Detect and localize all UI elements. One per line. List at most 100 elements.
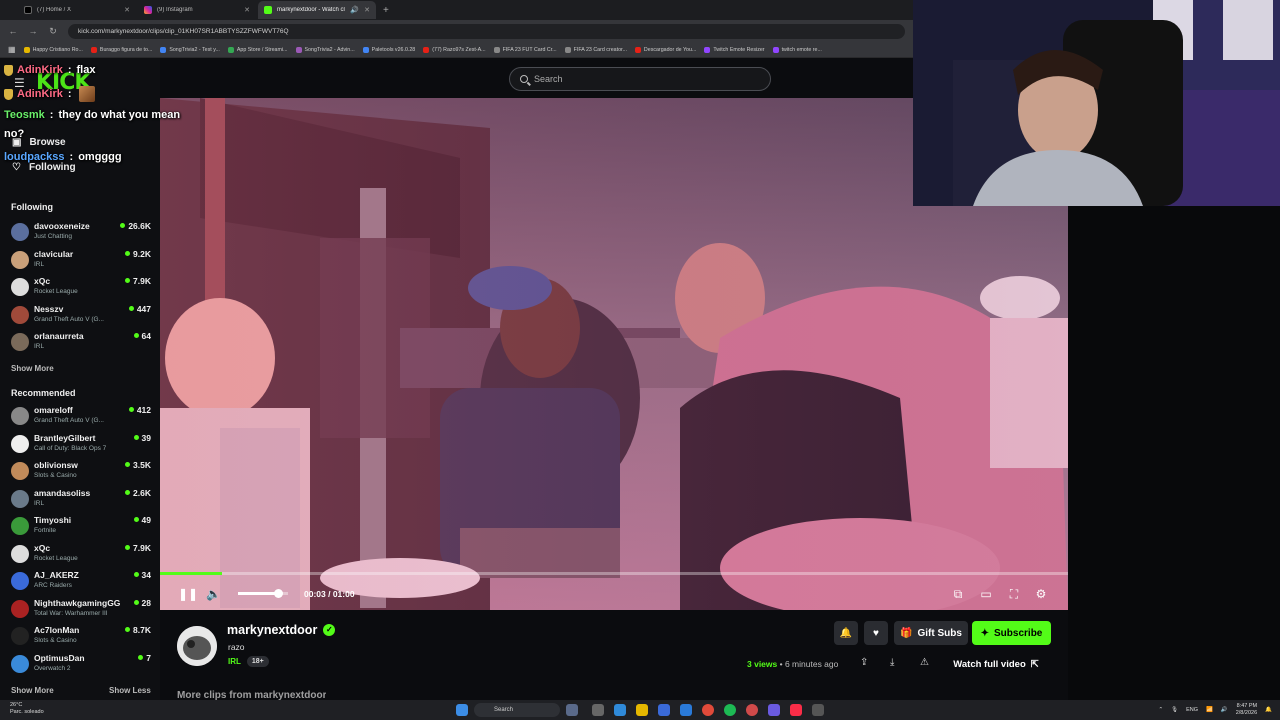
bookmark-label: App Store / Streami... xyxy=(236,46,288,53)
bookmark-item[interactable]: Paletools v26.0.28 xyxy=(362,46,415,53)
show-more-following-button[interactable]: Show More xyxy=(11,364,54,373)
forward-arrow-icon[interactable]: → xyxy=(28,26,38,36)
bookmark-label: twitch emote re... xyxy=(781,46,822,53)
edge-icon[interactable] xyxy=(614,704,626,716)
microphone-icon[interactable]: 🎙 xyxy=(1171,707,1178,713)
channel-item[interactable]: oblivionsw Slots & Casino 3.5K xyxy=(11,460,151,484)
chrome-profile-icon[interactable] xyxy=(746,704,758,716)
mail-icon[interactable] xyxy=(680,704,692,716)
channel-item[interactable]: AJ_AKERZ ARC Raiders 34 xyxy=(11,570,151,594)
channel-item[interactable]: OptimusDan Overwatch 2 7 xyxy=(11,653,151,677)
bookmark-item[interactable]: twitch emote re... xyxy=(772,46,822,53)
channel-name: AJ_AKERZ xyxy=(34,570,79,580)
seek-bar[interactable] xyxy=(160,572,1068,575)
recommended-heading: Recommended xyxy=(11,388,76,398)
discord-icon[interactable] xyxy=(768,704,780,716)
bookmark-item[interactable]: App Store / Streami... xyxy=(227,46,288,53)
channel-item[interactable]: xQc Rocket League 7.9K xyxy=(11,543,151,567)
spotify-icon[interactable] xyxy=(724,704,736,716)
new-tab-button[interactable]: + xyxy=(378,5,394,16)
store-icon[interactable] xyxy=(658,704,670,716)
reload-icon[interactable]: ↻ xyxy=(48,26,58,37)
show-less-button[interactable]: Show Less xyxy=(109,686,151,695)
weather-widget[interactable]: 26°C Parc. soleado xyxy=(10,702,44,716)
bookmark-item[interactable]: (77) Razo97s Zest-A... xyxy=(423,46,486,53)
clip-title: razo xyxy=(228,642,245,652)
sidebar-item-following[interactable]: ♡ Following xyxy=(12,162,76,173)
chat-username[interactable]: AdinKirk xyxy=(17,64,63,76)
report-icon[interactable]: ⚠ xyxy=(920,657,929,668)
browser-tab-x[interactable]: (7) Home / X ✕ xyxy=(18,1,136,19)
back-arrow-icon[interactable]: ← xyxy=(8,26,18,36)
viewer-count: 9.2K xyxy=(125,249,151,259)
chat-username[interactable]: AdinKirk xyxy=(17,88,63,100)
channel-item[interactable]: clavicular IRL 9.2K xyxy=(11,249,151,273)
close-icon[interactable]: ✕ xyxy=(124,6,130,14)
channel-item[interactable]: NighthawkgamingGG Total War: Warhammer II… xyxy=(11,598,151,622)
channel-item[interactable]: BrantleyGilbert Call of Duty: Black Ops 7… xyxy=(11,433,151,457)
notification-icon[interactable]: 🔔 xyxy=(1265,707,1272,713)
file-explorer-icon[interactable] xyxy=(636,704,648,716)
browser-tab-instagram[interactable]: (9) Instagram ✕ xyxy=(138,1,256,19)
subscribe-button[interactable]: ✦ Subscribe xyxy=(972,621,1051,645)
apps-grid-icon[interactable]: ▦ xyxy=(8,45,16,54)
theater-mode-icon[interactable]: ▭ xyxy=(979,587,993,601)
follow-heart-button[interactable]: ♥ xyxy=(864,621,888,645)
download-icon[interactable]: ⤓ xyxy=(890,657,894,668)
channel-item[interactable]: davooxeneize Just Chatting 26.6K xyxy=(11,221,151,245)
bookmark-item[interactable]: SongTrivia2 - Test y... xyxy=(160,46,220,53)
channel-item[interactable]: xQc Rocket League 7.9K xyxy=(11,276,151,300)
close-icon[interactable]: ✕ xyxy=(364,6,370,14)
close-icon[interactable]: ✕ xyxy=(244,6,250,14)
language-indicator[interactable]: ENG xyxy=(1186,707,1198,713)
taskbar-search[interactable]: Search xyxy=(474,703,560,717)
volume-slider[interactable] xyxy=(238,589,288,598)
avatar[interactable] xyxy=(177,626,217,666)
volume-knob[interactable] xyxy=(274,589,283,598)
music-icon[interactable] xyxy=(790,704,802,716)
category-link[interactable]: IRL xyxy=(228,657,241,666)
avatar xyxy=(11,517,29,535)
windows-start-icon[interactable] xyxy=(456,704,468,716)
obs-icon[interactable] xyxy=(812,704,824,716)
search-input[interactable]: Search xyxy=(509,67,771,91)
fullscreen-icon[interactable]: ⛶ xyxy=(1007,587,1021,601)
clock[interactable]: 8:47 PM 2/8/2026 xyxy=(1236,703,1257,717)
bookmark-item[interactable]: Twitch Emote Resizer xyxy=(704,46,765,53)
channel-item[interactable]: Timyoshi Fortnite 49 xyxy=(11,515,151,539)
show-more-recommended-button[interactable]: Show More xyxy=(11,686,54,695)
bookmark-item[interactable]: FIFA 23 FUT Card Cr... xyxy=(493,46,557,53)
bookmark-item[interactable]: Buraggo figura de to... xyxy=(90,46,152,53)
chat-username[interactable]: Teosmk xyxy=(4,109,45,121)
task-view-icon[interactable] xyxy=(592,704,604,716)
chat-username[interactable]: loudpackss xyxy=(4,151,65,163)
viewer-count: 7 xyxy=(138,653,151,663)
url-input[interactable]: kick.com/markynextdoor/clips/clip_01KH07… xyxy=(68,23,905,39)
bookmark-item[interactable]: Descargador de You... xyxy=(634,46,696,53)
streamer-name[interactable]: markynextdoor ✓ xyxy=(227,623,336,637)
channel-item[interactable]: Ac7lonMan Slots & Casino 8.7K xyxy=(11,625,151,649)
channel-item[interactable]: omareloff Grand Theft Auto V (G... 412 xyxy=(11,405,151,429)
chrome-icon[interactable] xyxy=(702,704,714,716)
pause-icon[interactable]: ❚❚ xyxy=(178,587,198,601)
miniplayer-icon[interactable]: ⧉ xyxy=(951,587,965,601)
bookmark-item[interactable]: SongTrivia2 - Advin... xyxy=(295,46,355,53)
volume-icon[interactable]: 🔊 xyxy=(1221,707,1228,713)
bookmark-item[interactable]: FIFA 23 Card creator... xyxy=(564,46,627,53)
volume-icon[interactable]: 🔈 xyxy=(206,587,221,601)
channel-item[interactable]: Nesszv Grand Theft Auto V (G... 447 xyxy=(11,304,151,328)
share-icon[interactable]: ⇪ xyxy=(860,657,868,668)
bookmark-item[interactable]: Happy Cristiano Ro... xyxy=(23,46,83,53)
settings-icon[interactable]: ⚙ xyxy=(1034,587,1048,601)
bookmark-label: SongTrivia2 - Test y... xyxy=(169,46,220,53)
gift-subs-button[interactable]: 🎁 Gift Subs xyxy=(894,621,968,645)
chevron-up-icon[interactable]: ⌃ xyxy=(1158,707,1163,713)
copilot-icon[interactable] xyxy=(566,704,578,716)
channel-item[interactable]: orlanaurreta IRL 64 xyxy=(11,331,151,355)
notification-bell-button[interactable]: 🔔 xyxy=(834,621,858,645)
channel-item[interactable]: amandasoliss IRL 2.6K xyxy=(11,488,151,512)
browser-tab-kick[interactable]: markynextdoor - Watch clip 🔊 ✕ xyxy=(258,1,376,19)
wifi-icon[interactable]: 📶 xyxy=(1206,707,1213,713)
speaker-icon[interactable]: 🔊 xyxy=(350,6,359,14)
watch-full-video-button[interactable]: Watch full video ⇱ xyxy=(943,654,1049,675)
